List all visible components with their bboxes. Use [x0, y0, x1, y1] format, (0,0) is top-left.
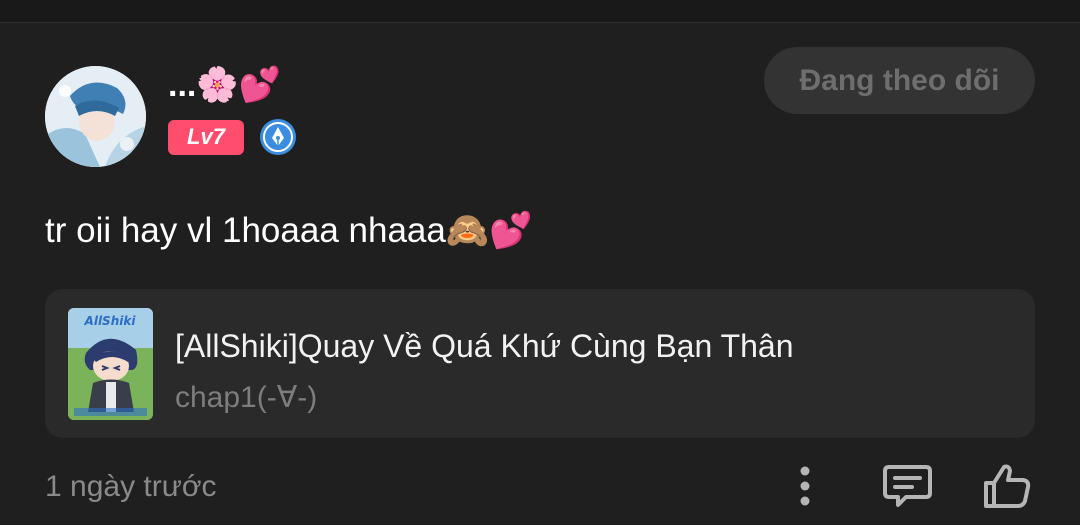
user-badges: Lv7: [168, 118, 297, 156]
user-avatar[interactable]: [45, 66, 146, 167]
top-divider-strip: [0, 0, 1080, 23]
thumbs-up-icon: [984, 464, 1031, 508]
more-vertical-icon: [800, 466, 810, 506]
cover-logo-text: AllShiki: [84, 314, 137, 328]
like-button[interactable]: [980, 461, 1035, 511]
story-cover-image: AllShiki: [68, 308, 153, 420]
comment-text: tr oii hay vl 1hoaaa nhaaa🙈💕: [45, 211, 534, 250]
avatar-image: [45, 66, 146, 167]
more-options-button[interactable]: [785, 461, 825, 511]
story-title: [AllShiki]Quay Về Quá Khứ Cùng Bạn Thân: [175, 328, 794, 364]
story-card[interactable]: AllShiki [AllShiki]Quay Về Quá Khứ Cùng …: [45, 289, 1035, 438]
comment-icon: [883, 465, 932, 507]
cover-illustration: AllShiki: [68, 308, 153, 420]
following-button[interactable]: Đang theo dõi: [764, 47, 1035, 114]
username[interactable]: ...🌸💕: [168, 63, 281, 107]
comment-timestamp: 1 ngày trước: [45, 470, 217, 503]
level-badge: Lv7: [168, 119, 244, 155]
story-chapter: chap1(-∀-): [175, 381, 318, 414]
pen-nib-icon: [260, 119, 296, 155]
reply-button[interactable]: [880, 461, 935, 511]
comment-post: ...🌸💕 Lv7 Đang theo dõi tr oii hay vl 1h…: [0, 23, 1080, 525]
